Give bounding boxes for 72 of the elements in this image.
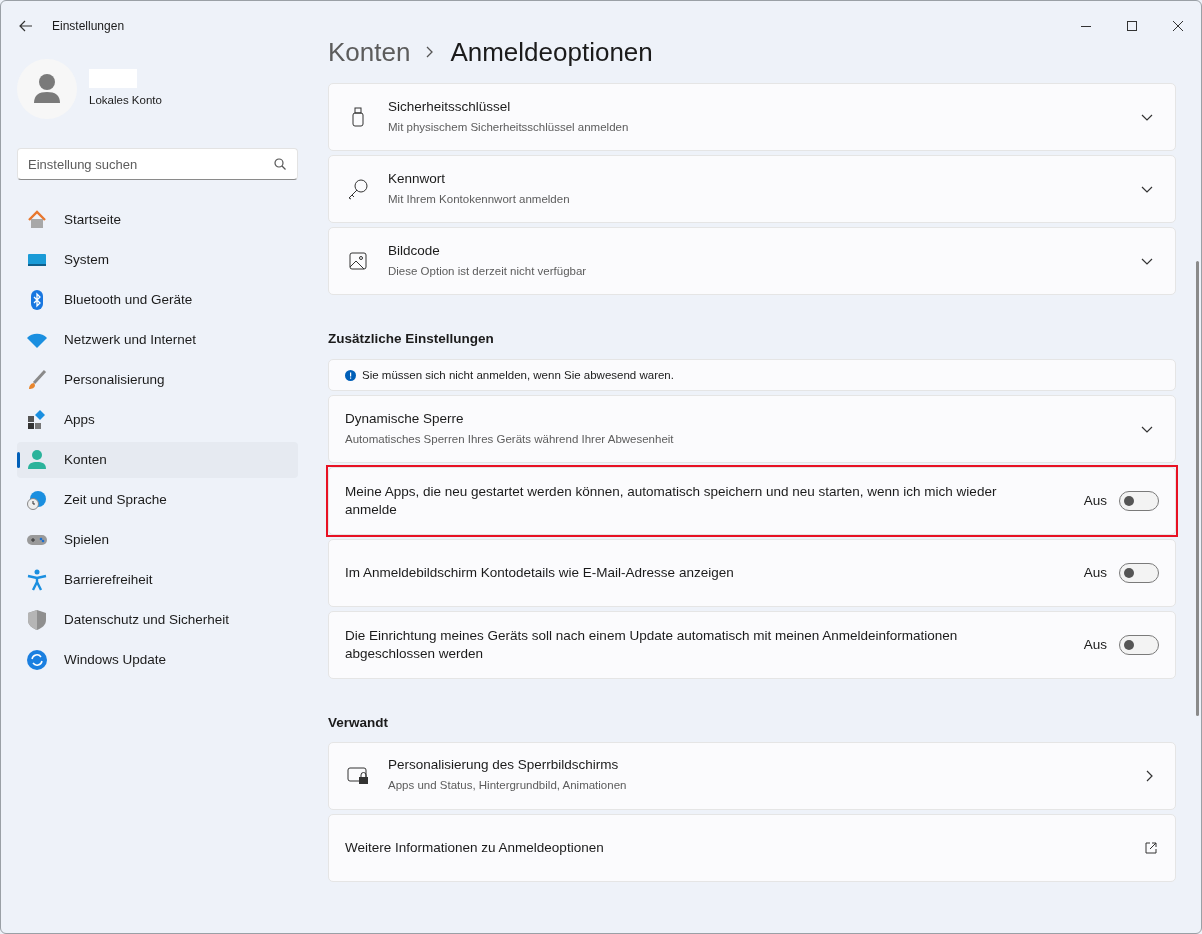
chevron-down-icon bbox=[1141, 113, 1153, 121]
sidebar-item[interactable]: Netzwerk und Internet bbox=[17, 322, 298, 358]
setting-card[interactable]: Dynamische Sperre Automatisches Sperren Ihres Geräts während Ihrer Abwesenheit bbox=[328, 395, 1176, 464]
info-text: Sie müssen sich nicht anmelden, wenn Sie abwesend waren. bbox=[362, 367, 674, 383]
scrollbar[interactable] bbox=[1196, 261, 1199, 716]
setting-description: Diese Option ist derzeit nicht verfügbar bbox=[388, 263, 588, 279]
sidebar-item[interactable]: Konten bbox=[17, 442, 298, 478]
setting-title: Die Einrichtung meines Geräts soll nach einem Update automatisch mit meinen Anmeldeinformationen abgeschlossen werden bbox=[345, 627, 959, 664]
signin-option-card[interactable]: Sicherheitsschlüssel Mit physischem Sicherheitsschlüssel anmelden bbox=[328, 83, 1176, 151]
back-arrow-icon bbox=[19, 20, 33, 32]
person-icon bbox=[26, 449, 48, 471]
related-link-card[interactable]: Personalisierung des Sperrbildschirms Apps und Status, Hintergrundbild, Animationen bbox=[328, 741, 1176, 810]
search-field[interactable]: Einstellung suchen bbox=[17, 148, 298, 180]
setting-title: Dynamische Sperre bbox=[345, 410, 465, 429]
external-link-icon bbox=[1145, 841, 1157, 854]
shield-icon bbox=[26, 609, 48, 631]
chevron-down-icon bbox=[1141, 185, 1153, 193]
sidebar-item[interactable]: Bluetooth und Geräte bbox=[17, 282, 298, 318]
setting-title: Sicherheitsschlüssel bbox=[388, 97, 512, 116]
setting-title: Kennwort bbox=[388, 169, 447, 188]
chevron-down-icon bbox=[1141, 425, 1153, 433]
account-type: Lokales Konto bbox=[89, 92, 162, 108]
setting-description: Mit Ihrem Kontokennwort anmelden bbox=[388, 191, 571, 207]
breadcrumb-link[interactable]: Konten bbox=[328, 32, 411, 72]
signin-option-card[interactable]: Bildcode Diese Option ist derzeit nicht verfügbar bbox=[328, 227, 1176, 295]
toggle-state-label: Aus bbox=[1083, 636, 1107, 655]
toggle-switch[interactable] bbox=[1119, 563, 1159, 584]
info-icon bbox=[345, 369, 356, 381]
search-icon bbox=[274, 158, 286, 170]
toggle-switch[interactable] bbox=[1119, 635, 1159, 656]
minimize-icon bbox=[1081, 25, 1091, 27]
toggle-state-label: Aus bbox=[1083, 492, 1107, 511]
picture-icon bbox=[349, 252, 367, 270]
globe-clock-icon bbox=[26, 489, 48, 511]
usb-key-icon bbox=[352, 107, 364, 127]
chevron-right-icon bbox=[1146, 769, 1153, 782]
sidebar-item[interactable]: Windows Update bbox=[17, 642, 298, 678]
sidebar-item[interactable]: Personalisierung bbox=[17, 362, 298, 398]
setting-description: Mit physischem Sicherheitsschlüssel anmelden bbox=[388, 119, 630, 135]
related-link-card[interactable]: Weitere Informationen zu Anmeldeoptionen bbox=[328, 813, 1176, 882]
toggle-state-label: Aus bbox=[1083, 564, 1107, 583]
sidebar-item[interactable]: Spielen bbox=[17, 522, 298, 558]
setting-description: Automatisches Sperren Ihres Geräts während Ihrer Abwesenheit bbox=[345, 432, 675, 448]
apps-icon bbox=[26, 409, 48, 431]
setting-title: Meine Apps, die neu gestartet werden können, automatisch speichern und neu starten, wenn ich mich wieder anmelde bbox=[345, 483, 998, 520]
sidebar-item[interactable]: Zeit und Sprache bbox=[17, 482, 298, 518]
section-heading: Verwandt bbox=[328, 714, 390, 733]
setting-title: Personalisierung des Sperrbildschirms bbox=[388, 756, 620, 775]
sidebar-item[interactable]: Datenschutz und Sicherheit bbox=[17, 602, 298, 638]
key-icon bbox=[347, 178, 369, 200]
toggle-switch[interactable] bbox=[1119, 491, 1159, 512]
refresh-icon bbox=[26, 649, 48, 671]
signin-option-card[interactable]: Kennwort Mit Ihrem Kontokennwort anmelden bbox=[328, 155, 1176, 223]
sidebar-item[interactable]: Barrierefreiheit bbox=[17, 562, 298, 598]
setting-title: Weitere Informationen zu Anmeldeoptionen bbox=[345, 838, 605, 857]
accessibility-icon bbox=[26, 569, 48, 591]
setting-title: Im Anmeldebildschirm Kontodetails wie E-Mail-Adresse anzeigen bbox=[345, 564, 735, 583]
setting-description: Apps und Status, Hintergrundbild, Animationen bbox=[388, 778, 628, 794]
sidebar-item[interactable]: Apps bbox=[17, 402, 298, 438]
paintbrush-icon bbox=[26, 369, 48, 391]
chevron-right-icon bbox=[426, 46, 435, 58]
window-title: Einstellungen bbox=[52, 18, 125, 35]
chevron-down-icon bbox=[1141, 257, 1153, 265]
sidebar-item[interactable]: Startseite bbox=[17, 202, 298, 238]
sidebar-item[interactable]: System bbox=[17, 242, 298, 278]
setting-title: Bildcode bbox=[388, 241, 441, 260]
page-title: Anmeldeoptionen bbox=[450, 35, 653, 69]
lock-screen-icon bbox=[347, 766, 369, 785]
section-heading: Zusätzliche Einstellungen bbox=[328, 330, 495, 348]
house-icon bbox=[26, 209, 48, 231]
close-icon bbox=[1173, 21, 1183, 31]
maximize-icon bbox=[1127, 21, 1137, 31]
